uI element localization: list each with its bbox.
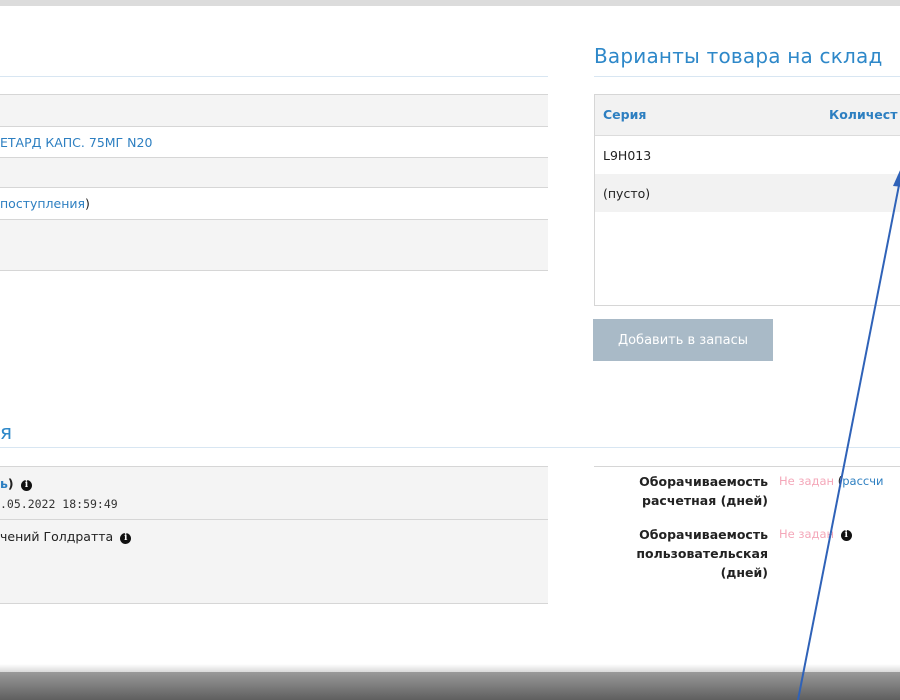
info-row: [0, 220, 548, 271]
paren-close: ): [85, 196, 90, 211]
bottom-bar: [0, 672, 900, 700]
info-icon[interactable]: i: [20, 480, 32, 491]
info-row: [0, 158, 548, 188]
add-to-stock-button[interactable]: Добавить в запасы: [593, 319, 773, 361]
turnover-user-value: Не задан i: [779, 527, 852, 541]
table-row[interactable]: (пусто): [595, 174, 900, 212]
product-info-table: ЕТАРД КАПС. 75МГ N20 поступления): [0, 94, 548, 271]
table-row[interactable]: L9H013: [595, 136, 900, 174]
calculate-link[interactable]: рассчи: [842, 474, 883, 488]
turnover-block: Оборачиваемость расчетная (дней) Не зада…: [594, 466, 900, 602]
turnover-user-label: Оборачиваемость пользовательская (дней): [636, 527, 768, 580]
section-divider: [0, 447, 900, 448]
variants-title: Варианты товара на склад: [594, 44, 883, 68]
stats-link[interactable]: ь: [0, 476, 8, 491]
turnover-calculated-label: Оборачиваемость расчетная (дней): [639, 474, 768, 508]
series-cell: (пусто): [603, 186, 651, 201]
info-row: поступления): [0, 188, 548, 220]
section-title: я: [0, 420, 13, 444]
series-cell: L9H013: [603, 148, 652, 163]
info-icon[interactable]: i: [840, 530, 852, 541]
stats-block: ь) i .05.2022 18:59:49 чений Голдратта i: [0, 466, 548, 604]
variants-table: Серия Количест L9H013 (пусто): [594, 94, 900, 306]
info-icon[interactable]: i: [120, 533, 132, 544]
column-header-series[interactable]: Серия: [603, 107, 646, 122]
column-header-quantity[interactable]: Количест: [829, 107, 897, 122]
info-row: [0, 95, 548, 127]
stats-line: ь) i: [0, 476, 32, 491]
info-row: ЕТАРД КАПС. 75МГ N20: [0, 127, 548, 158]
goldratt-label: чений Голдратта i: [0, 529, 132, 544]
section-divider: [594, 76, 900, 77]
arrival-link[interactable]: поступления: [0, 196, 85, 211]
top-bar: [0, 0, 900, 6]
product-name-link[interactable]: ЕТАРД КАПС. 75МГ N20: [0, 127, 548, 151]
timestamp: .05.2022 18:59:49: [0, 497, 118, 511]
row-divider: [0, 519, 548, 520]
section-divider: [0, 76, 548, 77]
turnover-calculated-value: Не задан (рассчи: [779, 474, 884, 488]
table-header: Серия Количест: [595, 95, 900, 136]
